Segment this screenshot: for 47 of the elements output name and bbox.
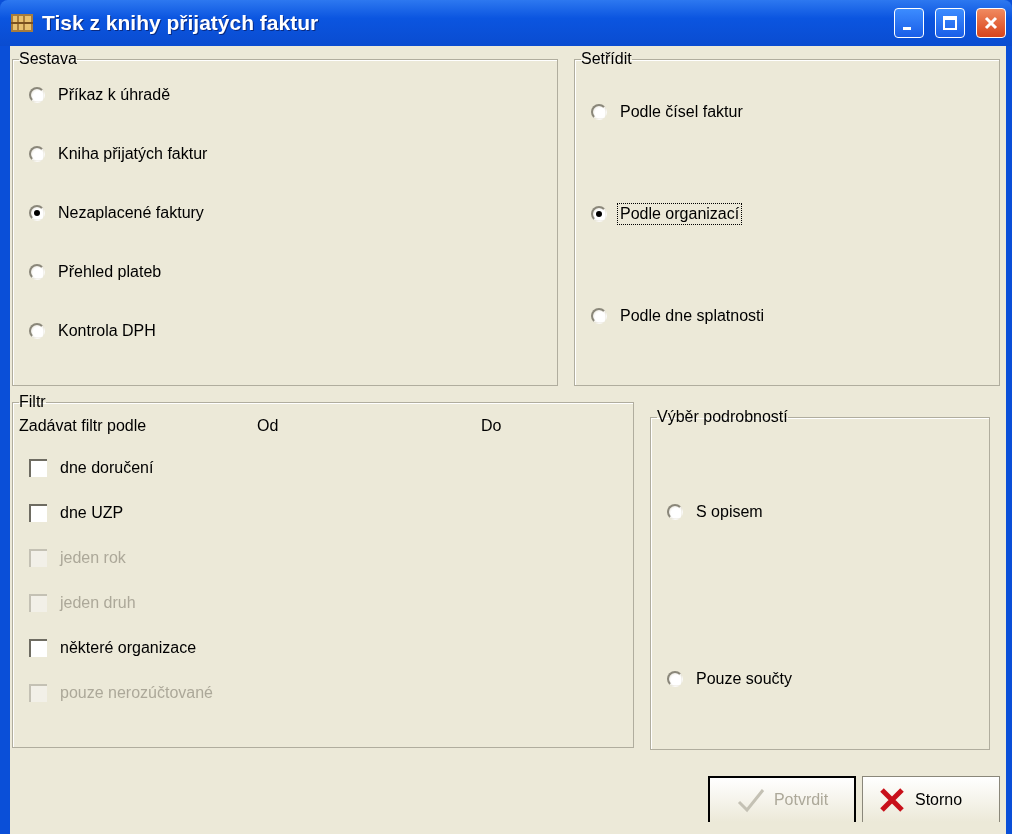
checkbox-label: jeden rok (58, 548, 127, 568)
option-label: Kniha přijatých faktur (57, 144, 209, 164)
minimize-button[interactable] (894, 8, 924, 38)
radio-button[interactable] (667, 671, 683, 687)
option-label: Podle dne splatnosti (619, 306, 766, 326)
group-title: Výběr podrobností (657, 408, 788, 426)
close-icon (983, 15, 999, 31)
group-title: Setřídit (581, 50, 632, 68)
radio-button[interactable] (29, 323, 45, 339)
checkbox-label: některé organizace (59, 638, 198, 658)
checkbox-label: pouze nerozúčtované (59, 683, 214, 703)
checkbox[interactable] (29, 504, 47, 522)
check-icon (735, 787, 766, 813)
from-label: Od (257, 417, 280, 435)
group-title: Filtr (19, 393, 46, 411)
cancel-button[interactable]: Storno (862, 776, 1000, 822)
maximize-button[interactable] (935, 8, 965, 38)
radio-button[interactable] (591, 104, 607, 120)
checkbox-label: dne UZP (59, 503, 125, 523)
checkbox[interactable] (29, 459, 47, 477)
option-label: Přehled plateb (57, 262, 163, 282)
option-label: Podle organizací (617, 203, 743, 225)
radio-button[interactable] (591, 308, 607, 324)
book-icon (10, 12, 34, 34)
radio-button[interactable] (29, 205, 45, 221)
filter-header: Zadávat filtr podle (19, 417, 148, 435)
group-title: Sestava (19, 50, 77, 68)
radio-button[interactable] (591, 206, 607, 222)
radio-button[interactable] (29, 87, 45, 103)
checkbox-label: jeden druh (58, 593, 137, 613)
minimize-icon (902, 26, 911, 30)
radio-button[interactable] (29, 146, 45, 162)
option-label: Příkaz k úhradě (57, 85, 172, 105)
cross-icon (877, 786, 907, 813)
close-button[interactable] (976, 8, 1006, 38)
option-label: S opisem (695, 502, 764, 522)
option-label: Nezaplacené faktury (57, 203, 205, 223)
radio-button[interactable] (29, 264, 45, 280)
radio-button[interactable] (667, 504, 683, 520)
window-title: Tisk z knihy přijatých faktur (42, 11, 320, 35)
checkbox[interactable] (29, 639, 47, 657)
checkbox-label: dne doručení (59, 458, 155, 478)
maximize-icon (942, 15, 958, 31)
option-label: Podle čísel faktur (619, 102, 744, 122)
to-label: Do (481, 417, 502, 435)
option-label: Kontrola DPH (57, 321, 157, 341)
option-label: Pouze součty (695, 669, 794, 689)
